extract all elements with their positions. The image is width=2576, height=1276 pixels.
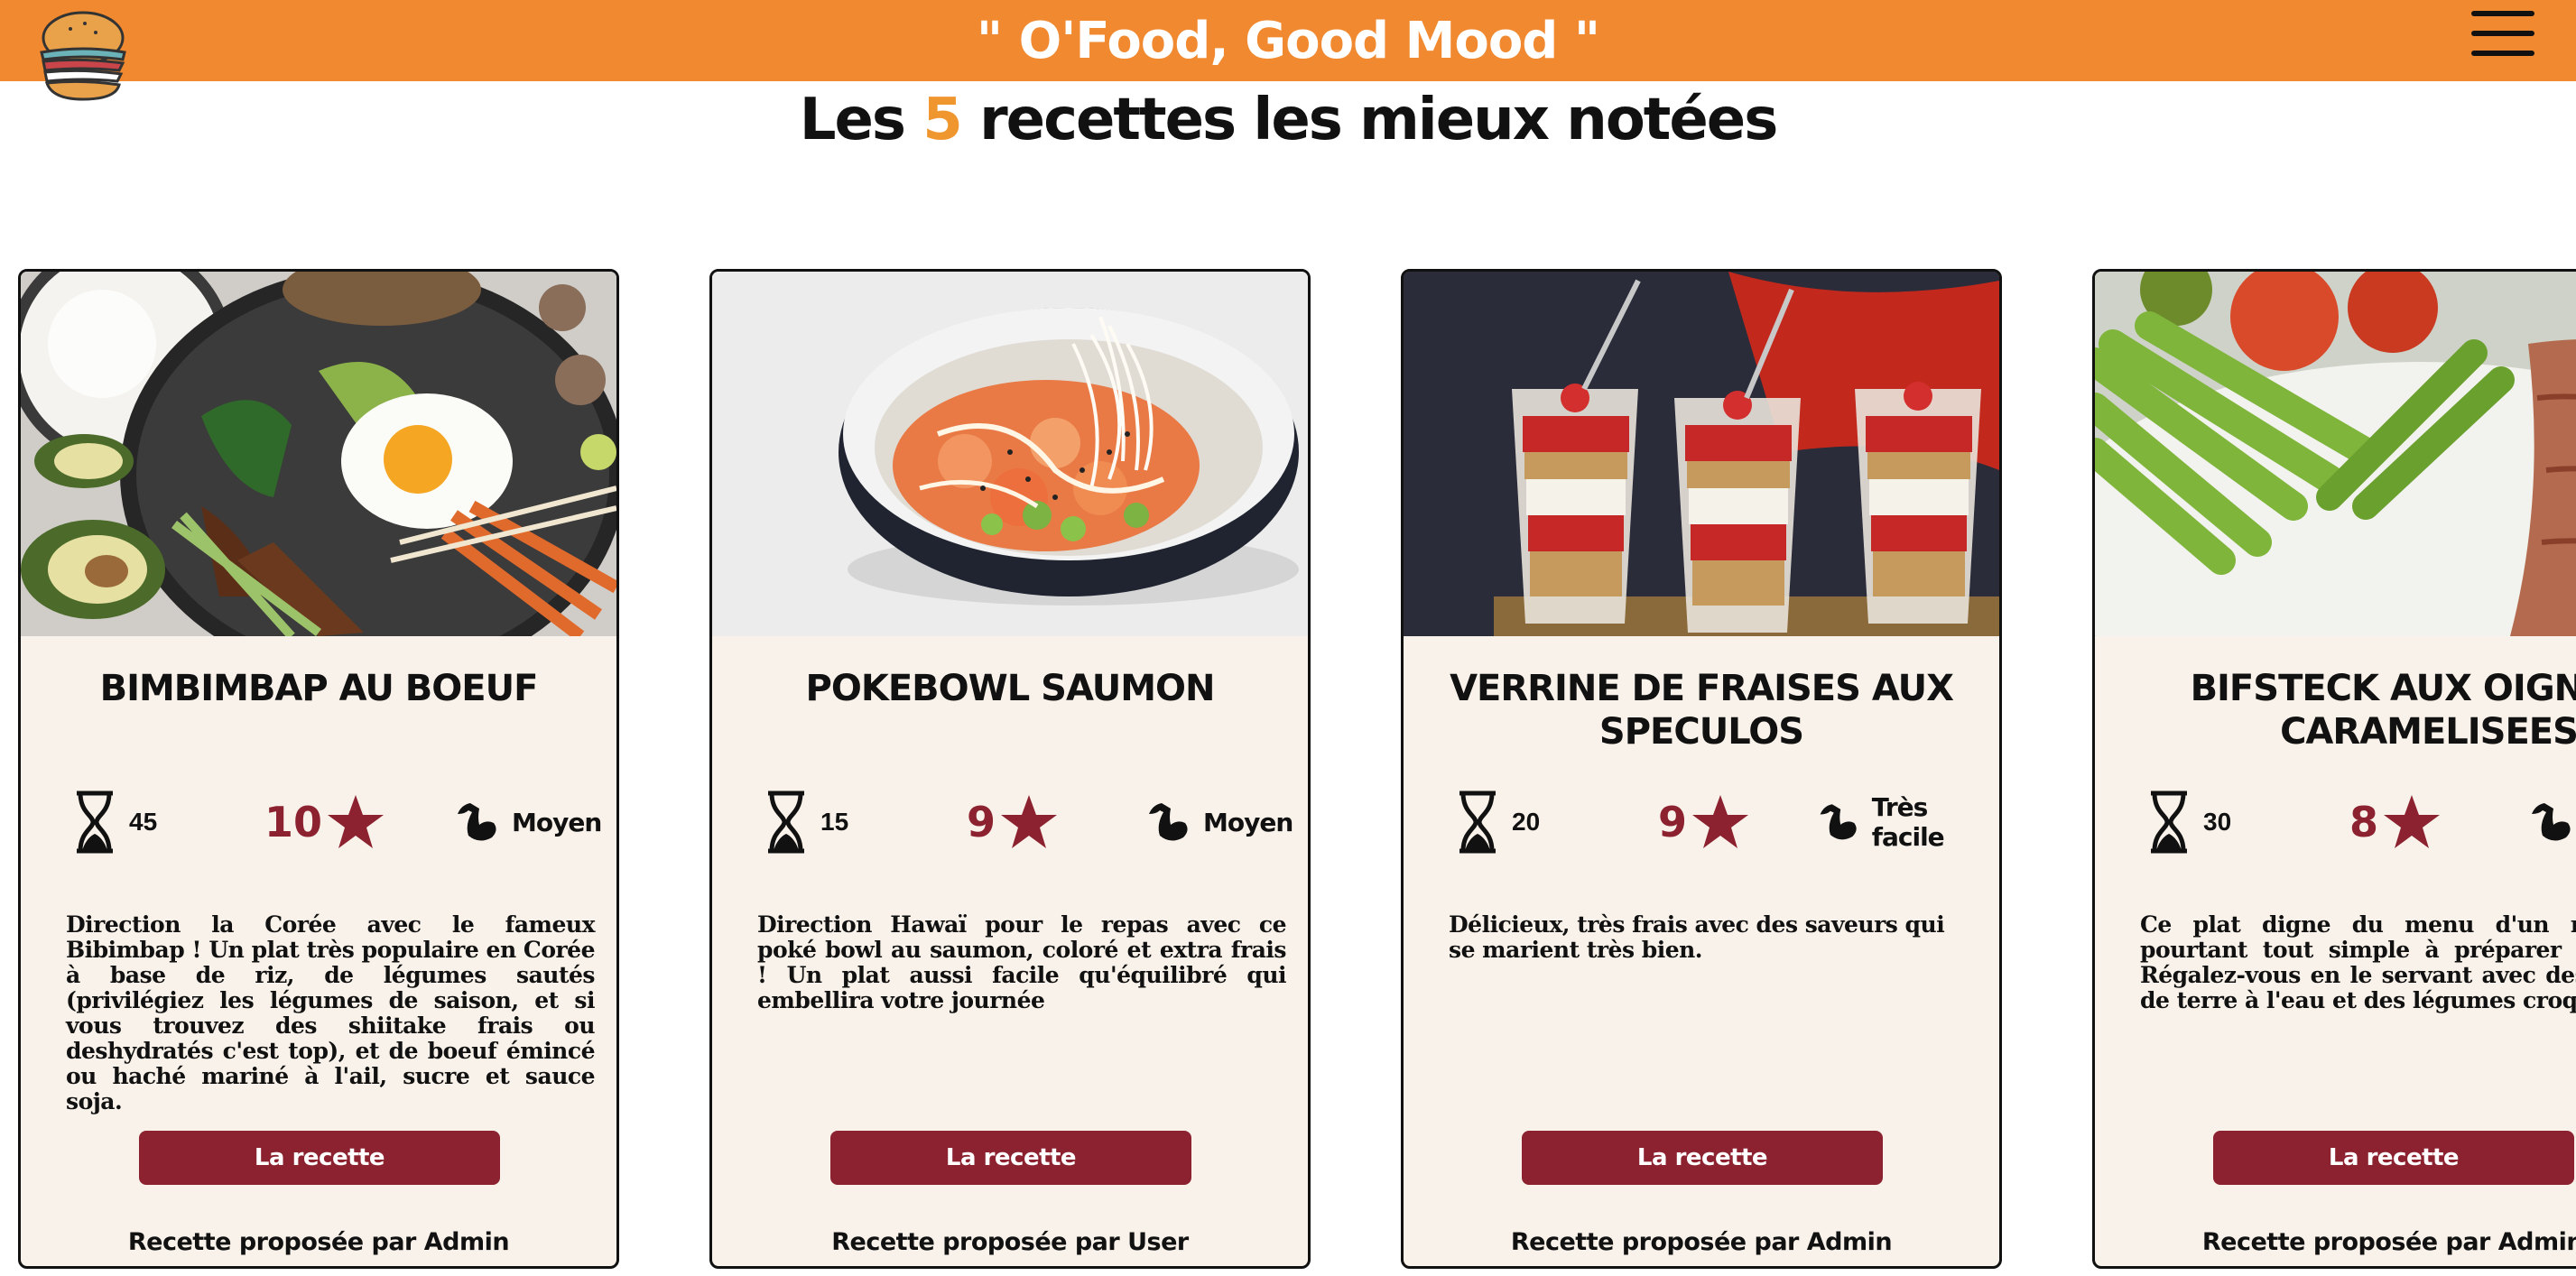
recipe-author: Recette proposée par Admin	[2201, 1228, 2576, 1256]
recipe-title: POKEBOWL SAUMON	[805, 668, 1216, 709]
recipe-stats: 45 10 Moyen	[21, 786, 616, 858]
recipe-card: VERRINE DE FRAISES AUX SPECULOS 20 9 Trè…	[1401, 269, 2002, 1269]
rating-value: 9	[967, 798, 996, 846]
recipe-button[interactable]: La recette	[139, 1131, 500, 1185]
recipe-title: BIMBIMBAP AU BOEUF	[99, 668, 539, 709]
prep-time-value: 15	[820, 808, 849, 836]
difficulty-value: Moyen	[512, 807, 602, 837]
flexed-arm-icon	[1820, 804, 1857, 840]
difficulty: Moyen	[452, 786, 602, 858]
flexed-arm-icon	[1149, 803, 1188, 841]
recipe-stats: 20 9 Très facile	[1404, 786, 1999, 858]
star-icon	[1001, 795, 1058, 848]
recipe-card: BIFSTECK AUX OIGNONS CARAMELISEES 30 8 C…	[2092, 269, 2576, 1269]
recipe-stats: 30 8	[2095, 786, 2576, 858]
recipe-description: Ce plat digne du menu d'un restaurant po…	[2140, 911, 2576, 1013]
rating: 10	[264, 786, 385, 858]
prep-time: 20	[1456, 786, 1540, 858]
difficulty: Très facile	[1815, 786, 1999, 858]
recipe-title: BIFSTECK AUX OIGNONS CARAMELISEES	[2190, 668, 2576, 753]
flexed-arm-icon	[2532, 803, 2571, 841]
difficulty-value: Très facile	[1871, 792, 1945, 852]
star-icon	[1692, 795, 1749, 848]
recipe-author: Recette proposée par User	[831, 1228, 1189, 1256]
bifsteck-photo	[2095, 272, 2576, 636]
prep-time: 30	[2147, 786, 2231, 858]
recipe-stats: 15 9 Moyen	[712, 786, 1308, 858]
recipe-description: Direction la Corée avec le fameux Bibimb…	[66, 911, 596, 1114]
recipe-description: Délicieux, très frais avec des saveurs q…	[1449, 911, 1945, 963]
hourglass-icon	[768, 791, 804, 854]
recipe-card: BIMBIMBAP AU BOEUF 45 10 Moyen Direction…	[18, 269, 619, 1269]
prep-time-value: 45	[129, 808, 158, 836]
rating: 8	[2349, 786, 2442, 858]
recipe-title: VERRINE DE FRAISES AUX SPECULOS	[1450, 668, 1954, 753]
recipe-button[interactable]: La recette	[2213, 1131, 2574, 1185]
recipe-button[interactable]: La recette	[1522, 1131, 1883, 1185]
rating-value: 9	[1658, 798, 1688, 846]
prep-time: 15	[764, 786, 848, 858]
bibimbap-photo	[21, 272, 616, 636]
difficulty: Moyen	[1144, 786, 1293, 858]
star-icon	[2384, 795, 2441, 848]
recipe-cards: BIMBIMBAP AU BOEUF 45 10 Moyen Direction…	[0, 0, 2576, 1276]
hourglass-icon	[77, 791, 113, 854]
pokebowl-photo	[712, 272, 1308, 636]
prep-time: 45	[73, 786, 157, 858]
rating: 9	[1658, 786, 1750, 858]
prep-time-value: 20	[1512, 808, 1541, 836]
star-icon	[328, 795, 385, 848]
hourglass-icon	[1459, 791, 1496, 854]
hourglass-icon	[2151, 791, 2187, 854]
difficulty-value: Moyen	[1203, 807, 1293, 837]
recipe-card: POKEBOWL SAUMON 15 9 Moyen Direction Haw…	[709, 269, 1311, 1269]
rating-value: 10	[264, 798, 323, 846]
prep-time-value: 30	[2203, 808, 2232, 836]
difficulty	[2526, 786, 2576, 858]
rating-value: 8	[2349, 798, 2379, 846]
flexed-arm-icon	[458, 803, 496, 841]
recipe-button[interactable]: La recette	[830, 1131, 1191, 1185]
rating: 9	[967, 786, 1059, 858]
recipe-description: Direction Hawaï pour le repas avec ce po…	[757, 911, 1287, 1013]
verrine-photo	[1404, 272, 1999, 636]
recipe-author: Recette proposée par Admin	[1510, 1228, 1893, 1256]
recipe-author: Recette proposée par Admin	[127, 1228, 510, 1256]
